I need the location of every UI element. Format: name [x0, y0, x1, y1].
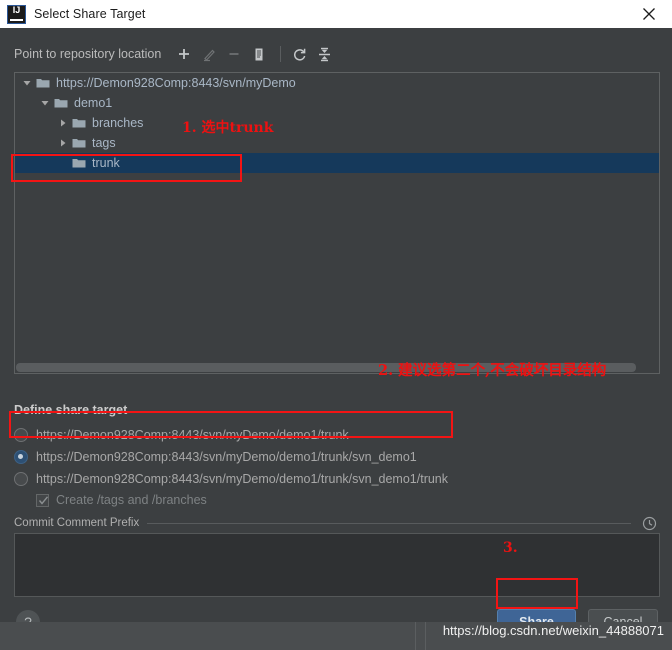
- watermark-text: https://blog.csdn.net/weixin_44888071: [442, 623, 664, 638]
- chevron-right-icon[interactable]: [55, 115, 71, 131]
- window-title: Select Share Target: [34, 7, 146, 21]
- share-target-option-1[interactable]: https://Demon928Comp:8443/svn/myDemo/dem…: [14, 424, 349, 446]
- tree-node-label: demo1: [74, 96, 113, 110]
- copy-icon[interactable]: [248, 43, 270, 65]
- tree-node-demo1[interactable]: demo1: [15, 93, 659, 113]
- toolbar-label: Point to repository location: [14, 47, 162, 61]
- refresh-icon[interactable]: [288, 43, 310, 65]
- radio-icon-selected[interactable]: [14, 450, 28, 464]
- commit-comment-input[interactable]: [14, 533, 660, 597]
- select-share-target-dialog: Point to repository location https://Dem…: [0, 28, 672, 635]
- toolbar-separator: [280, 46, 282, 62]
- define-share-target-label: Define share target: [14, 403, 128, 417]
- remove-repository-button[interactable]: [223, 43, 245, 65]
- annotation-step-3: 3.: [503, 540, 518, 556]
- window-titlebar: Select Share Target: [0, 0, 672, 28]
- add-repository-button[interactable]: [173, 43, 195, 65]
- radio-icon[interactable]: [14, 428, 28, 442]
- repository-tree[interactable]: https://Demon928Comp:8443/svn/myDemo dem…: [14, 72, 660, 374]
- folder-icon: [71, 135, 87, 151]
- share-target-option-2[interactable]: https://Demon928Comp:8443/svn/myDemo/dem…: [14, 446, 417, 468]
- header-divider: [147, 522, 631, 524]
- create-tags-branches-checkbox[interactable]: Create /tags and /branches: [36, 489, 207, 511]
- checkmark-icon[interactable]: [36, 493, 49, 507]
- repository-toolbar: Point to repository location: [14, 42, 338, 66]
- tree-node-repository-root[interactable]: https://Demon928Comp:8443/svn/myDemo: [15, 73, 659, 93]
- close-icon[interactable]: [639, 4, 659, 24]
- tree-node-branches[interactable]: branches: [15, 113, 659, 133]
- checkbox-label: Create /tags and /branches: [56, 493, 207, 507]
- folder-icon: [35, 75, 51, 91]
- commit-comment-header: Commit Comment Prefix: [14, 515, 658, 531]
- collapse-all-icon[interactable]: [313, 43, 335, 65]
- share-target-option-label: https://Demon928Comp:8443/svn/myDemo/dem…: [36, 450, 417, 464]
- tree-node-label: tags: [92, 136, 116, 150]
- radio-icon[interactable]: [14, 472, 28, 486]
- share-target-option-label: https://Demon928Comp:8443/svn/myDemo/dem…: [36, 428, 349, 442]
- intellij-idea-icon: [7, 4, 26, 24]
- clock-icon[interactable]: [640, 516, 658, 531]
- folder-icon: [71, 115, 87, 131]
- folder-icon: [71, 155, 87, 171]
- annotation-step-2: 2. 建议选第二个,不会破坏目录结构: [378, 362, 607, 379]
- share-target-option-label: https://Demon928Comp:8443/svn/myDemo/dem…: [36, 472, 449, 486]
- tree-node-label: trunk: [92, 156, 120, 170]
- tree-node-trunk[interactable]: trunk: [15, 153, 659, 173]
- folder-icon: [53, 95, 69, 111]
- background-seam: [415, 622, 416, 650]
- commit-comment-label: Commit Comment Prefix: [14, 517, 140, 529]
- annotation-step-1: 1. 选中trunk: [182, 120, 274, 136]
- share-target-option-3[interactable]: https://Demon928Comp:8443/svn/myDemo/dem…: [14, 468, 448, 490]
- chevron-down-icon[interactable]: [19, 75, 35, 91]
- edit-repository-button[interactable]: [198, 43, 220, 65]
- chevron-down-icon[interactable]: [37, 95, 53, 111]
- background-seam: [425, 622, 426, 650]
- screenshot-root: Select Share Target Point to repository …: [0, 0, 672, 650]
- chevron-right-icon[interactable]: [55, 135, 71, 151]
- tree-node-label: branches: [92, 116, 144, 130]
- tree-node-tags[interactable]: tags: [15, 133, 659, 153]
- tree-node-label: https://Demon928Comp:8443/svn/myDemo: [56, 76, 296, 90]
